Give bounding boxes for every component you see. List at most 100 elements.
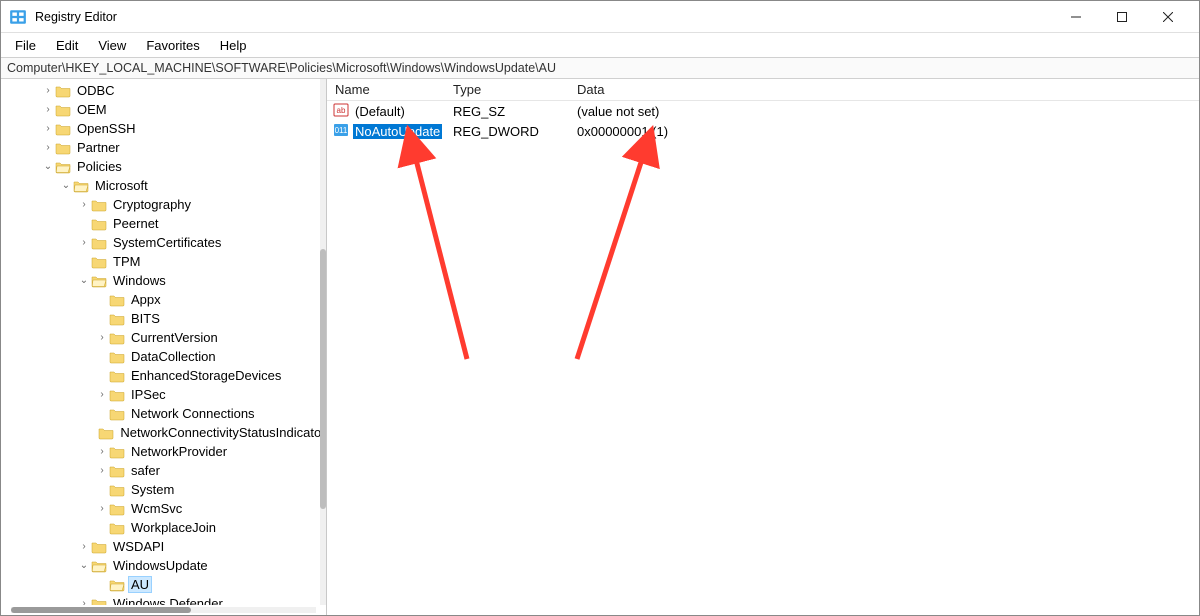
menu-help[interactable]: Help bbox=[212, 36, 255, 55]
tree-item[interactable]: › OpenSSH bbox=[1, 119, 320, 138]
tree-item[interactable]: › Partner bbox=[1, 138, 320, 157]
window-frame: Registry Editor File Edit View Favorites… bbox=[0, 0, 1200, 616]
menu-edit[interactable]: Edit bbox=[48, 36, 86, 55]
tree-item-label: OpenSSH bbox=[75, 121, 138, 136]
tree-horizontal-scrollbar[interactable] bbox=[11, 607, 316, 613]
chevron-right-icon[interactable]: › bbox=[41, 142, 55, 153]
twisty-placeholder: · bbox=[95, 313, 109, 324]
chevron-right-icon[interactable]: › bbox=[95, 503, 109, 514]
twisty-placeholder: · bbox=[95, 522, 109, 533]
tree-item[interactable]: ·Network Connections bbox=[1, 404, 320, 423]
tree-item[interactable]: › IPSec bbox=[1, 385, 320, 404]
address-bar[interactable]: Computer\HKEY_LOCAL_MACHINE\SOFTWARE\Pol… bbox=[1, 57, 1199, 79]
chevron-down-icon[interactable]: ⌄ bbox=[77, 275, 91, 286]
chevron-right-icon[interactable]: › bbox=[95, 465, 109, 476]
menu-view[interactable]: View bbox=[90, 36, 134, 55]
column-header-name[interactable]: Name bbox=[327, 82, 453, 97]
tree-item-label: OEM bbox=[75, 102, 109, 117]
chevron-right-icon[interactable]: › bbox=[77, 541, 91, 552]
chevron-right-icon[interactable]: › bbox=[77, 199, 91, 210]
tree-item[interactable]: · DataCollection bbox=[1, 347, 320, 366]
chevron-right-icon[interactable]: › bbox=[77, 237, 91, 248]
column-header-type[interactable]: Type bbox=[453, 82, 577, 97]
tree-item[interactable]: ·NetworkConnectivityStatusIndicator bbox=[1, 423, 320, 442]
tree-pane: ›ODBC›OEM›OpenSSH›Partner⌄Policies⌄Micro… bbox=[1, 79, 327, 615]
menu-file[interactable]: File bbox=[7, 36, 44, 55]
value-data: (value not set) bbox=[577, 104, 1199, 119]
svg-text:ab: ab bbox=[337, 106, 346, 115]
minimize-button[interactable] bbox=[1053, 2, 1099, 32]
chevron-right-icon[interactable]: › bbox=[95, 332, 109, 343]
tree-item-label: NetworkProvider bbox=[129, 444, 229, 459]
value-name: (Default) bbox=[353, 104, 407, 119]
tree-item[interactable]: › WcmSvc bbox=[1, 499, 320, 518]
tree-item[interactable]: › WSDAPI bbox=[1, 537, 320, 556]
chevron-right-icon[interactable]: › bbox=[41, 123, 55, 134]
registry-tree[interactable]: ›ODBC›OEM›OpenSSH›Partner⌄Policies⌄Micro… bbox=[1, 79, 320, 605]
tree-item-label: TPM bbox=[111, 254, 142, 269]
value-row[interactable]: 011NoAutoUpdateREG_DWORD0x00000001 (1) bbox=[327, 121, 1199, 141]
twisty-placeholder: · bbox=[95, 579, 109, 590]
close-button[interactable] bbox=[1145, 2, 1191, 32]
tree-item[interactable]: ⌄ Microsoft bbox=[1, 176, 320, 195]
string-value-icon: ab bbox=[333, 102, 349, 121]
maximize-button[interactable] bbox=[1099, 2, 1145, 32]
tree-item[interactable]: › Windows Defender bbox=[1, 594, 320, 605]
tree-item[interactable]: · TPM bbox=[1, 252, 320, 271]
tree-item-label: Microsoft bbox=[93, 178, 150, 193]
tree-item[interactable]: ·Peernet bbox=[1, 214, 320, 233]
tree-item[interactable]: ⌄Policies bbox=[1, 157, 320, 176]
twisty-placeholder: · bbox=[77, 256, 91, 267]
twisty-placeholder: · bbox=[95, 294, 109, 305]
value-row[interactable]: ab(Default)REG_SZ(value not set) bbox=[327, 101, 1199, 121]
tree-vertical-scrollbar[interactable] bbox=[320, 79, 326, 605]
tree-item[interactable]: · WorkplaceJoin bbox=[1, 518, 320, 537]
tree-item-label: safer bbox=[129, 463, 162, 478]
chevron-right-icon[interactable]: › bbox=[41, 85, 55, 96]
tree-item-label: DataCollection bbox=[129, 349, 218, 364]
body-split: ›ODBC›OEM›OpenSSH›Partner⌄Policies⌄Micro… bbox=[1, 79, 1199, 615]
chevron-right-icon[interactable]: › bbox=[95, 389, 109, 400]
tree-item-label: Partner bbox=[75, 140, 122, 155]
values-list[interactable]: ab(Default)REG_SZ(value not set)011NoAut… bbox=[327, 101, 1199, 615]
tree-item-label: CurrentVersion bbox=[129, 330, 220, 345]
tree-item[interactable]: ·BITS bbox=[1, 309, 320, 328]
tree-item[interactable]: · AU bbox=[1, 575, 320, 594]
chevron-down-icon[interactable]: ⌄ bbox=[59, 180, 73, 191]
column-header-data[interactable]: Data bbox=[577, 82, 1199, 97]
menubar: File Edit View Favorites Help bbox=[1, 33, 1199, 57]
tree-item[interactable]: › OEM bbox=[1, 100, 320, 119]
values-pane: Name Type Data ab(Default)REG_SZ(value n… bbox=[327, 79, 1199, 615]
twisty-placeholder: · bbox=[95, 484, 109, 495]
tree-item-label: WcmSvc bbox=[129, 501, 184, 516]
tree-item[interactable]: ·Appx bbox=[1, 290, 320, 309]
tree-item-label: ODBC bbox=[75, 83, 117, 98]
tree-item[interactable]: › CurrentVersion bbox=[1, 328, 320, 347]
chevron-right-icon[interactable]: › bbox=[41, 104, 55, 115]
tree-item-label: Network Connections bbox=[129, 406, 257, 421]
chevron-down-icon[interactable]: ⌄ bbox=[41, 161, 55, 172]
scrollbar-thumb[interactable] bbox=[320, 249, 326, 509]
tree-item[interactable]: › ODBC bbox=[1, 81, 320, 100]
chevron-down-icon[interactable]: ⌄ bbox=[77, 560, 91, 571]
tree-item[interactable]: ›SystemCertificates bbox=[1, 233, 320, 252]
tree-item-label: WorkplaceJoin bbox=[129, 520, 218, 535]
tree-item[interactable]: › safer bbox=[1, 461, 320, 480]
tree-item[interactable]: ›Cryptography bbox=[1, 195, 320, 214]
tree-item[interactable]: › NetworkProvider bbox=[1, 442, 320, 461]
menu-favorites[interactable]: Favorites bbox=[138, 36, 207, 55]
tree-item-label: IPSec bbox=[129, 387, 168, 402]
tree-item[interactable]: ·System bbox=[1, 480, 320, 499]
tree-item-label: Peernet bbox=[111, 216, 161, 231]
tree-item[interactable]: ⌄Windows bbox=[1, 271, 320, 290]
twisty-placeholder: · bbox=[95, 351, 109, 362]
tree-item-label: Windows Defender bbox=[111, 596, 225, 605]
tree-item[interactable]: ·EnhancedStorageDevices bbox=[1, 366, 320, 385]
scrollbar-thumb[interactable] bbox=[11, 607, 191, 613]
tree-item[interactable]: ⌄WindowsUpdate bbox=[1, 556, 320, 575]
chevron-right-icon[interactable]: › bbox=[77, 598, 91, 605]
tree-item-label: WSDAPI bbox=[111, 539, 166, 554]
chevron-right-icon[interactable]: › bbox=[95, 446, 109, 457]
tree-item-label: AU bbox=[129, 577, 151, 592]
regedit-app-icon bbox=[9, 8, 27, 26]
